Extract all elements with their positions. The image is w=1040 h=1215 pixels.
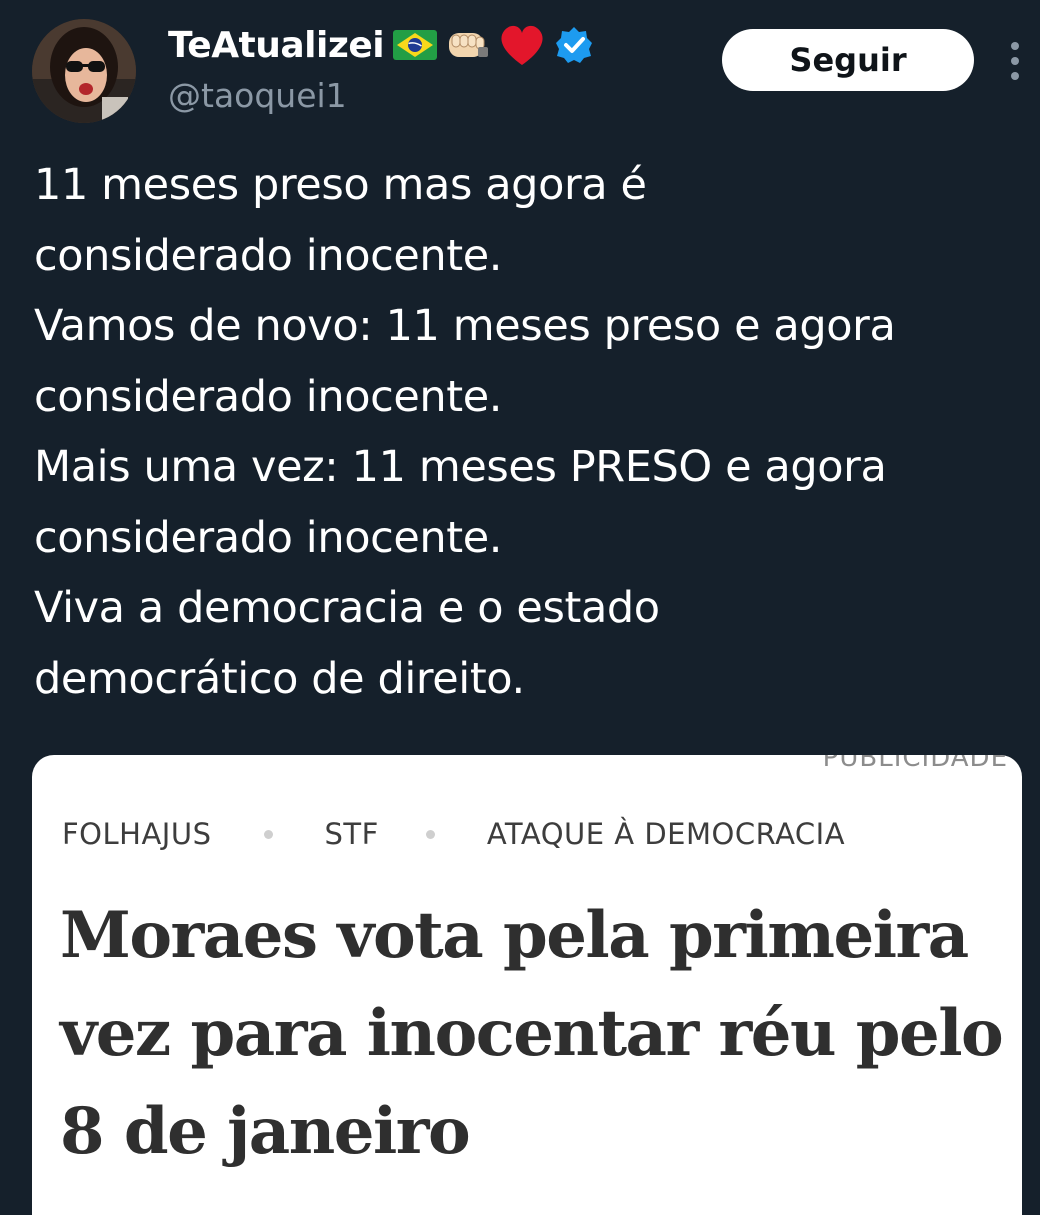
article-headline[interactable]: Moraes vota pela primeira vez para inoce… [60,887,1010,1181]
display-name[interactable]: TeAtualizei [168,25,385,66]
tag-separator-dot [263,829,273,839]
user-handle[interactable]: @taoquei1 [168,76,347,115]
article-tags: FOLHAJUS STF ATAQUE À DEMOCRACIA [62,817,845,851]
avatar[interactable] [32,19,136,123]
article-tag-stf[interactable]: STF [325,817,379,851]
tag-separator-dot [425,829,435,839]
fist-bump-icon [449,33,489,57]
follow-button[interactable]: Seguir [722,29,974,91]
article-card[interactable]: PUBLICIDADE FOLHAJUS STF ATAQUE À DEMOCR… [32,755,1022,1215]
red-heart-icon [501,25,543,65]
more-options-icon[interactable] [1004,38,1026,86]
avatar-image [32,19,136,123]
verified-badge-icon [556,27,593,63]
article-tag-ataque[interactable]: ATAQUE À DEMOCRACIA [487,817,845,851]
tweet-text: 11 meses preso mas agora é considerado i… [34,160,896,704]
article-tag-folhajus[interactable]: FOLHAJUS [62,817,212,851]
ad-label: PUBLICIDADE [822,755,1008,773]
display-name-row: TeAtualizei [168,22,594,68]
brazil-flag-icon [393,30,438,60]
